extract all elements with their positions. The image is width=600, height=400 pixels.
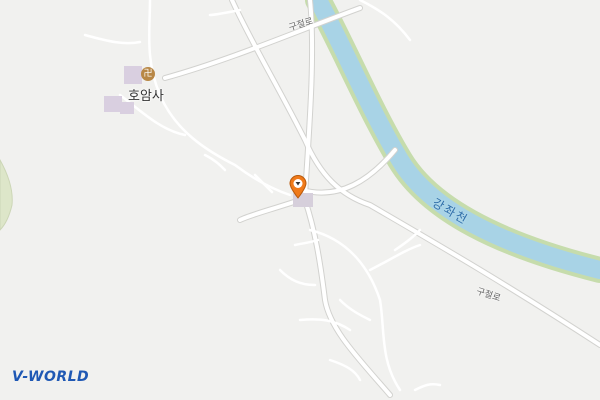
map-base-layer [0, 0, 600, 398]
green-area [0, 158, 13, 231]
river-bank [305, 0, 600, 283]
vworld-logo: V-WORLD [12, 369, 90, 385]
map-canvas[interactable]: 卍 호암사 구절로 구절로 강좌천 V-WORLD [0, 0, 600, 400]
map-pin-icon[interactable] [289, 175, 307, 199]
buddhist-temple-icon[interactable]: 卍 [141, 67, 155, 81]
